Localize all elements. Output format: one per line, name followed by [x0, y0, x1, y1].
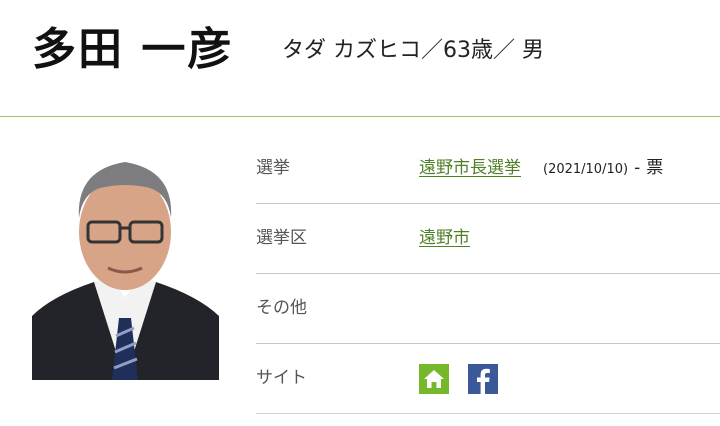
- district-value: 遠野市: [419, 204, 470, 273]
- profile-row-district: 選挙区 遠野市: [256, 204, 720, 274]
- election-date: (2021/10/10): [543, 162, 629, 177]
- facebook-icon[interactable]: [468, 364, 498, 394]
- district-link[interactable]: 遠野市: [419, 228, 470, 248]
- profile-row-site: サイト: [256, 344, 720, 414]
- profile-row-election: 選挙 遠野市長選挙 (2021/10/10) - 票: [256, 134, 720, 204]
- election-link[interactable]: 遠野市長選挙: [419, 158, 521, 178]
- home-icon[interactable]: [419, 364, 449, 394]
- election-value: 遠野市長選挙 (2021/10/10) - 票: [419, 134, 663, 203]
- candidate-name: 多田 一彦: [32, 24, 234, 75]
- candidate-header: 多田 一彦 タダ カズヒコ／63歳／ 男: [0, 0, 720, 117]
- site-label: サイト: [256, 368, 307, 388]
- profile-table: 選挙 遠野市長選挙 (2021/10/10) - 票 選挙区 遠野市 その他 サイト: [256, 134, 720, 414]
- election-label: 選挙: [256, 158, 290, 178]
- other-label: その他: [256, 298, 307, 318]
- election-separator: -: [634, 158, 641, 178]
- candidate-photo: [32, 148, 219, 380]
- election-votes: 票: [646, 158, 664, 178]
- profile-row-other: その他: [256, 274, 720, 344]
- candidate-kana-age-gender: タダ カズヒコ／63歳／ 男: [282, 38, 544, 63]
- district-label: 選挙区: [256, 228, 307, 248]
